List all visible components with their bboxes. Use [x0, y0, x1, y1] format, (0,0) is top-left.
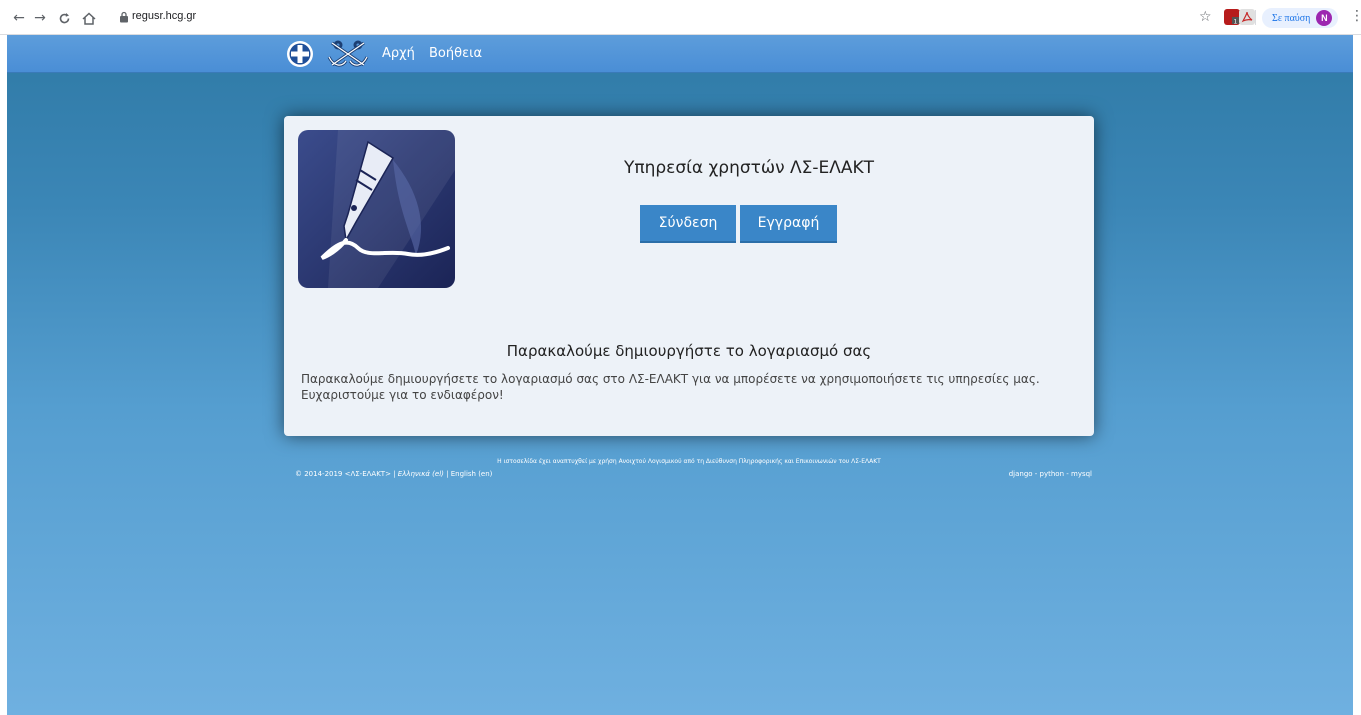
footer-copyright: © 2014-2019 <ΛΣ-ΕΛΑΚΤ> | — [295, 470, 396, 478]
lang-separator: | — [446, 470, 449, 478]
crossed-anchors-emblem-icon[interactable] — [326, 39, 370, 69]
address-bar[interactable]: regusr.hcg.gr — [132, 10, 196, 22]
nav-help-link[interactable]: Βοήθεια — [429, 46, 482, 61]
footer-copyright-row: © 2014-2019 <ΛΣ-ΕΛΑΚΤ> | Ελληνικά (el) |… — [295, 470, 492, 478]
browser-toolbar: ← → regusr.hcg.gr ☆ 1 Σε παύση N ⋮ — [0, 0, 1361, 35]
fountain-pen-logo — [298, 130, 455, 288]
forward-icon[interactable]: → — [31, 9, 49, 27]
main-card: Υπηρεσία χρηστών ΛΣ-ΕΛΑΚΤ Σύνδεση Εγγραφ… — [284, 116, 1094, 436]
lock-icon — [120, 11, 128, 23]
site-navbar: Αρχή Βοήθεια — [7, 35, 1353, 73]
reload-icon[interactable] — [55, 9, 73, 27]
ublock-extension-icon[interactable]: 1 — [1224, 9, 1240, 26]
page-title: Υπηρεσία χρηστών ΛΣ-ΕΛΑΚΤ — [623, 158, 875, 178]
kebab-menu-icon[interactable]: ⋮ — [1350, 8, 1361, 24]
page-background: Αρχή Βοήθεια Υπηρεσία χρηστών ΛΣ-ΕΛΑΚΤ Σ… — [7, 35, 1353, 715]
profile-paused-chip[interactable]: Σε παύση N — [1262, 8, 1339, 28]
footer-tech-stack: django - python - mysql — [1008, 470, 1092, 478]
login-button[interactable]: Σύνδεση — [640, 205, 736, 243]
footer-note: Η ιστοσελίδα έχει αναπτυχθεί με χρήση Αν… — [497, 458, 881, 465]
home-icon[interactable] — [80, 9, 98, 27]
back-icon[interactable]: ← — [10, 9, 28, 27]
lang-english-link[interactable]: English (en) — [451, 470, 493, 478]
profile-avatar: N — [1316, 10, 1333, 26]
register-button[interactable]: Εγγραφή — [740, 205, 837, 243]
greek-cross-emblem-icon[interactable] — [286, 40, 314, 68]
profile-status-label: Σε παύση — [1272, 12, 1311, 24]
pdf-extension-icon[interactable] — [1239, 9, 1255, 25]
star-icon[interactable]: ☆ — [1199, 9, 1212, 25]
section-heading: Παρακαλούμε δημιουργήστε το λογαριασμό σ… — [506, 342, 872, 360]
toolbar-divider — [1255, 10, 1256, 25]
fountain-pen-icon — [298, 130, 455, 288]
nav-home-link[interactable]: Αρχή — [382, 46, 415, 61]
info-paragraph: Παρακαλούμε δημιουργήσετε το λογαριασμό … — [301, 372, 1040, 402]
lang-greek-link[interactable]: Ελληνικά (el) — [398, 470, 444, 478]
svg-text:1: 1 — [1234, 19, 1238, 26]
